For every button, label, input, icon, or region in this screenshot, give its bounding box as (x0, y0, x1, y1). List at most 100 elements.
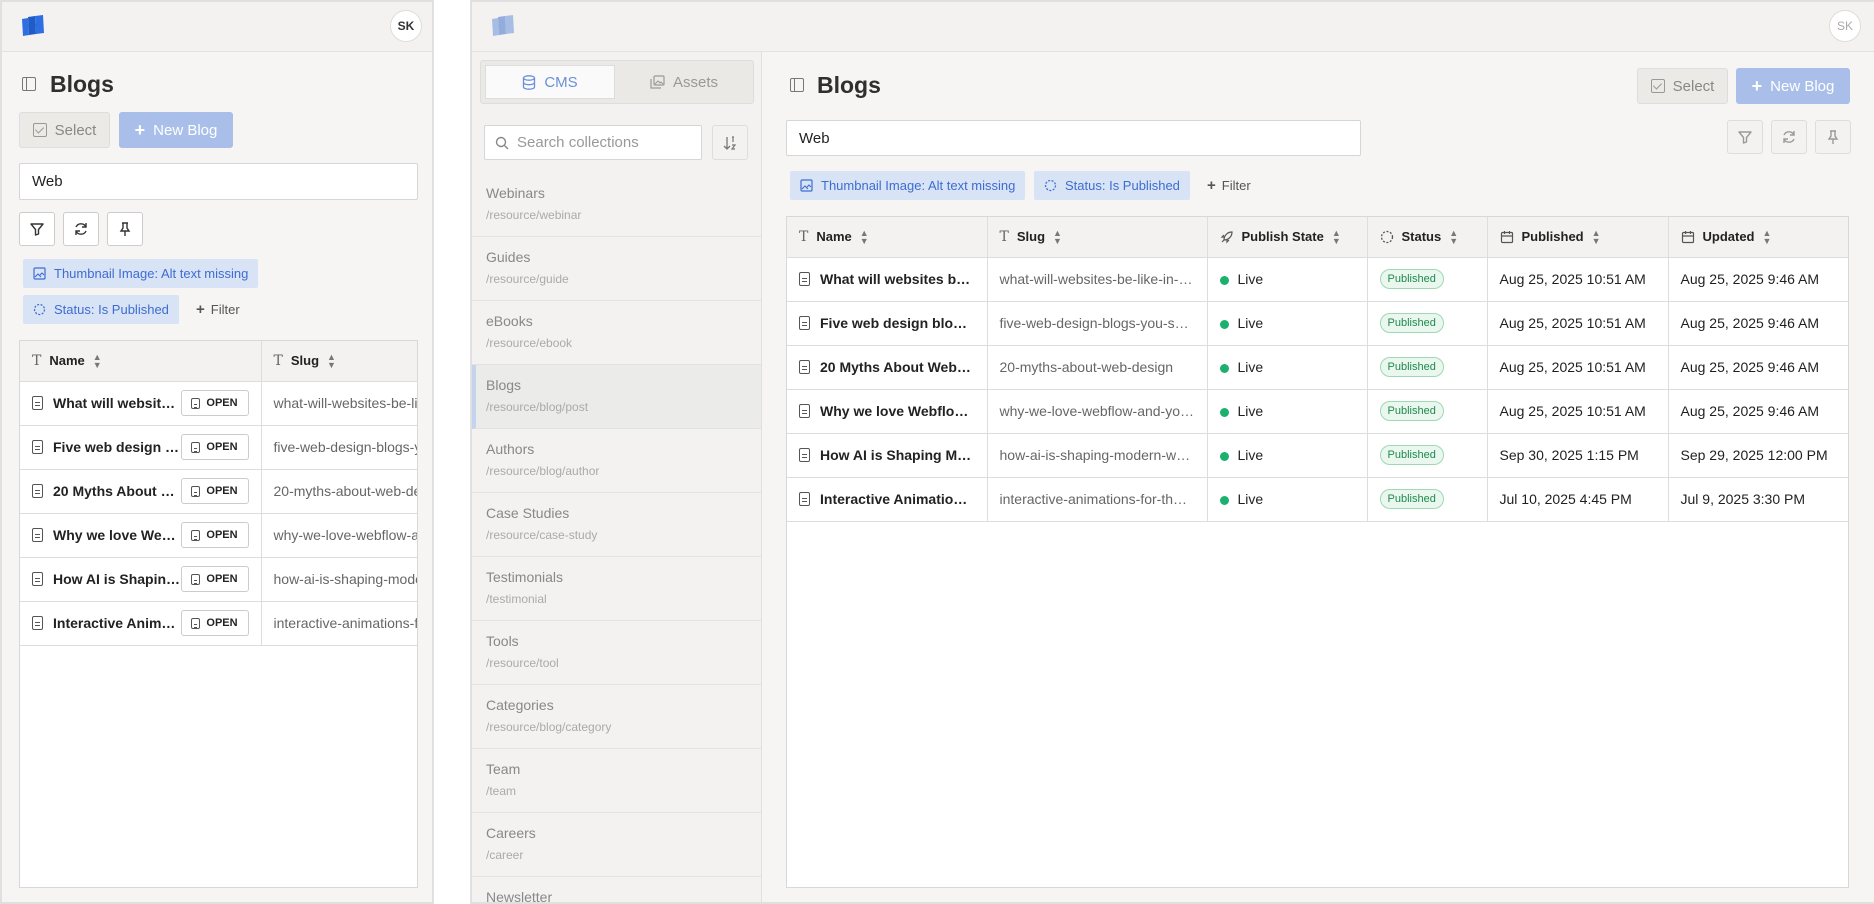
column-header-name[interactable]: T Name ▲ ▼ (20, 341, 262, 382)
status-cell[interactable]: Published (1367, 477, 1488, 522)
open-button[interactable]: OPEN (180, 522, 249, 548)
new-blog-button[interactable]: + New Blog (119, 112, 233, 148)
sort-collections-button[interactable] (712, 125, 748, 160)
table-row[interactable]: Five web design blogs you should follow f… (787, 301, 1848, 346)
filter-chip-alt-text[interactable]: Thumbnail Image: Alt text missing (23, 259, 259, 288)
sidebar-toggle-icon[interactable] (22, 77, 36, 91)
table-row[interactable]: Five web design blogs you should follow O… (20, 425, 417, 470)
name-cell[interactable]: 20 Myths About Web Design OPEN (20, 469, 262, 514)
column-header-publish-state[interactable]: Publish State ▲ ▼ (1207, 217, 1368, 258)
status-cell[interactable]: Published (1367, 301, 1488, 346)
name-cell[interactable]: Interactive Animations for the Web (787, 477, 988, 522)
slug-cell[interactable]: how-ai-is-shaping-modern-web-design (987, 433, 1208, 478)
name-cell[interactable]: Five web design blogs you should follow (787, 301, 988, 346)
updated-cell[interactable]: Aug 25, 2025 9:46 AM (1668, 345, 1848, 390)
column-header-published[interactable]: Published ▲ ▼ (1487, 217, 1669, 258)
collection-item[interactable]: Case Studies/resource/case-study (472, 493, 761, 557)
updated-cell[interactable]: Aug 25, 2025 9:46 AM (1668, 301, 1848, 346)
table-row[interactable]: 20 Myths About Web Design 20-myths-about-… (787, 345, 1848, 390)
open-button[interactable]: OPEN (180, 390, 249, 416)
select-button[interactable]: Select (1637, 68, 1728, 104)
slug-cell[interactable]: why-we-love-webflow-and-you-should-too (261, 513, 417, 558)
avatar[interactable]: SK (390, 10, 422, 42)
add-filter-button[interactable]: + Filter (196, 302, 240, 317)
table-row[interactable]: Interactive Animations for the Web OPEN in… (20, 601, 417, 646)
publish-state-cell[interactable]: Live (1207, 257, 1368, 302)
slug-cell[interactable]: what-will-websites-be-like-in-the-future (987, 257, 1208, 302)
new-blog-button[interactable]: + New Blog (1736, 68, 1850, 104)
collection-item[interactable]: Guides/resource/guide (472, 237, 761, 301)
pin-button[interactable] (1815, 120, 1851, 154)
updated-cell[interactable]: Aug 25, 2025 9:46 AM (1668, 389, 1848, 434)
table-row[interactable]: 20 Myths About Web Design OPEN 20-myths-ab… (20, 469, 417, 514)
tab-assets[interactable]: Assets (619, 65, 749, 99)
open-button[interactable]: OPEN (180, 478, 249, 504)
slug-cell[interactable]: five-web-design-blogs-you-should-follow (261, 425, 417, 470)
filter-chip-status[interactable]: Status: Is Published (23, 295, 179, 324)
collection-item[interactable]: eBooks/resource/ebook (472, 301, 761, 365)
name-cell[interactable]: Why we love Webflow and you should too OP… (20, 513, 262, 558)
slug-cell[interactable]: interactive-animations-for-the-web (261, 601, 417, 646)
published-cell[interactable]: Aug 25, 2025 10:51 AM (1487, 257, 1669, 302)
slug-cell[interactable]: what-will-websites-be-like-in-the-future (261, 381, 417, 426)
tab-cms[interactable]: CMS (485, 65, 615, 99)
collection-item[interactable]: Tools/resource/tool (472, 621, 761, 685)
name-cell[interactable]: Why we love Webflow and you should too (787, 389, 988, 434)
published-cell[interactable]: Sep 30, 2025 1:15 PM (1487, 433, 1669, 478)
open-button[interactable]: OPEN (180, 434, 249, 460)
collection-item[interactable]: Categories/resource/blog/category (472, 685, 761, 749)
name-cell[interactable]: What will websites be like in the future… (787, 257, 988, 302)
updated-cell[interactable]: Jul 9, 2025 3:30 PM (1668, 477, 1848, 522)
updated-cell[interactable]: Sep 29, 2025 12:00 PM (1668, 433, 1848, 478)
filter-chip-status[interactable]: Status: Is Published (1034, 171, 1190, 200)
slug-cell[interactable]: five-web-design-blogs-you-should-follow (987, 301, 1208, 346)
column-header-name[interactable]: T Name ▲ ▼ (787, 217, 988, 258)
updated-cell[interactable]: Aug 25, 2025 9:46 AM (1668, 257, 1848, 302)
status-cell[interactable]: Published (1367, 257, 1488, 302)
status-cell[interactable]: Published (1367, 433, 1488, 478)
name-cell[interactable]: How AI is Shaping Modern Web Design OPEN (20, 557, 262, 602)
slug-cell[interactable]: 20-myths-about-web-design (987, 345, 1208, 390)
column-header-status[interactable]: Status ▲ ▼ (1367, 217, 1488, 258)
name-cell[interactable]: What will websites be like in the future… (20, 381, 262, 426)
status-cell[interactable]: Published (1367, 345, 1488, 390)
sidebar-toggle-icon[interactable] (790, 78, 804, 92)
sort-icon[interactable]: ▲ ▼ (860, 228, 869, 245)
published-cell[interactable]: Aug 25, 2025 10:51 AM (1487, 345, 1669, 390)
published-cell[interactable]: Aug 25, 2025 10:51 AM (1487, 301, 1669, 346)
collection-item[interactable]: Careers/career (472, 813, 761, 877)
collection-search-input[interactable]: Search collections (484, 125, 702, 160)
pin-button[interactable] (107, 212, 143, 246)
table-row[interactable]: How AI is Shaping Modern Web Design OPEN h… (20, 557, 417, 602)
select-button[interactable]: Select (19, 112, 110, 148)
publish-state-cell[interactable]: Live (1207, 433, 1368, 478)
table-row[interactable]: Why we love Webflow and you should too wh… (787, 389, 1848, 434)
slug-cell[interactable]: interactive-animations-for-the-web (987, 477, 1208, 522)
open-button[interactable]: OPEN (180, 566, 249, 592)
slug-cell[interactable]: 20-myths-about-web-design (261, 469, 417, 514)
sort-icon[interactable]: ▲ ▼ (1449, 228, 1458, 245)
name-cell[interactable]: How AI is Shaping Modern Web Design (787, 433, 988, 478)
add-filter-button[interactable]: + Filter (1207, 178, 1251, 193)
collection-item[interactable]: Team/team (472, 749, 761, 813)
open-button[interactable]: OPEN (180, 610, 249, 636)
status-cell[interactable]: Published (1367, 389, 1488, 434)
collection-item[interactable]: Authors/resource/blog/author (472, 429, 761, 493)
refresh-button[interactable] (63, 212, 99, 246)
filter-chip-alt-text[interactable]: Thumbnail Image: Alt text missing (790, 171, 1026, 200)
table-row[interactable]: What will websites be like in the future… (787, 257, 1848, 302)
sort-icon[interactable]: ▲ ▼ (1763, 228, 1772, 245)
search-input[interactable]: Web (786, 120, 1361, 156)
name-cell[interactable]: Interactive Animations for the Web OPEN (20, 601, 262, 646)
publish-state-cell[interactable]: Live (1207, 389, 1368, 434)
table-row[interactable]: Why we love Webflow and you should too OP… (20, 513, 417, 558)
table-row[interactable]: What will websites be like in the future… (20, 381, 417, 426)
name-cell[interactable]: 20 Myths About Web Design (787, 345, 988, 390)
avatar[interactable]: SK (1829, 10, 1861, 42)
name-cell[interactable]: Five web design blogs you should follow O… (20, 425, 262, 470)
published-cell[interactable]: Aug 25, 2025 10:51 AM (1487, 389, 1669, 434)
filter-button[interactable] (1727, 120, 1763, 154)
collection-item[interactable]: Webinars/resource/webinar (472, 173, 761, 237)
sort-icon[interactable]: ▲ ▼ (93, 352, 102, 369)
logo-icon[interactable] (20, 15, 46, 37)
